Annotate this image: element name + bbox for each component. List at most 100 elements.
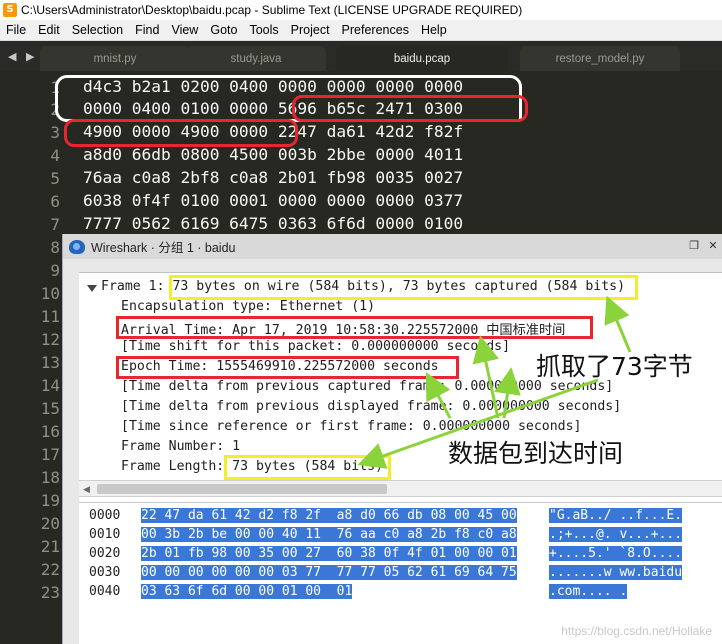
sublime-title-bar: S C:\Users\Administrator\Desktop\baidu.p… xyxy=(0,0,722,20)
byte-offset: 0010 xyxy=(89,527,121,542)
scrollbar-thumb[interactable] xyxy=(97,484,387,494)
ascii-bytes-row[interactable]: .com.... . xyxy=(549,584,628,599)
wireshark-title-bar: Wireshark · 分组 1 · baidu ❐ ✕ xyxy=(63,234,722,259)
menu-view[interactable]: View xyxy=(165,23,204,37)
line-number: 16 xyxy=(40,422,60,441)
menu-preferences[interactable]: Preferences xyxy=(336,23,415,37)
line-number: 18 xyxy=(40,468,60,487)
line-number: 22 xyxy=(40,560,60,579)
menu-selection[interactable]: Selection xyxy=(66,23,129,37)
menu-goto[interactable]: Goto xyxy=(204,23,243,37)
byte-offset: 0020 xyxy=(89,546,121,561)
close-window-icon[interactable]: ✕ xyxy=(706,239,720,253)
byte-offset: 0030 xyxy=(89,565,121,580)
ascii-bytes: +....5.' `8.O.... xyxy=(549,546,683,561)
line-number: 9 xyxy=(50,261,60,280)
window-title: C:\Users\Administrator\Desktop\baidu.pca… xyxy=(21,3,523,17)
line-number: 2 xyxy=(50,100,60,119)
line-number: 10 xyxy=(40,284,60,303)
menu-edit[interactable]: Edit xyxy=(32,23,66,37)
code-line: 6038 0f4f 0100 0001 0000 0000 0000 0377 xyxy=(83,191,464,210)
annotation-packet-arrival-time: 数据包到达时间 xyxy=(448,439,624,468)
ascii-bytes-row[interactable]: .......w ww.baidu xyxy=(549,565,683,580)
ascii-bytes: .com.... . xyxy=(549,584,628,599)
tab-mnist[interactable]: mnist.py xyxy=(40,46,190,71)
tab-restore-model[interactable]: restore_model.py xyxy=(520,46,680,71)
wireshark-fin-icon xyxy=(69,239,85,254)
hex-bytes: 2b 01 fb 98 00 35 00 27 60 38 0f 4f 01 0… xyxy=(141,546,517,561)
tab-bar: ◀ ▶ mnist.py study.java baidu.pcap resto… xyxy=(0,41,722,71)
ascii-bytes-row[interactable]: .;+...@. v...+... xyxy=(549,527,683,542)
packet-bytes-pane[interactable]: 0000 0010 0020 0030 0040 22 47 da 61 42 … xyxy=(79,502,722,644)
menu-tools[interactable]: Tools xyxy=(243,23,284,37)
packet-details-tree[interactable]: Frame 1: 73 bytes on wire (584 bits), 73… xyxy=(79,272,722,504)
hex-bytes: 00 00 00 00 00 00 03 77 77 77 05 62 61 6… xyxy=(141,565,517,580)
tab-label: study.java xyxy=(230,52,282,65)
tab-label: restore_model.py xyxy=(555,52,645,65)
collapse-frame-icon[interactable] xyxy=(87,285,97,292)
line-number: 19 xyxy=(40,491,60,510)
hex-bytes-row[interactable]: 03 63 6f 6d 00 00 01 00 01 xyxy=(141,584,353,599)
code-line: 76aa c0a8 2bf8 c0a8 2b01 fb98 0035 0027 xyxy=(83,168,464,187)
menu-file[interactable]: File xyxy=(0,23,32,37)
line-number: 17 xyxy=(40,445,60,464)
hex-bytes: 00 3b 2b be 00 00 40 11 76 aa c0 a8 2b f… xyxy=(141,527,517,542)
line-number: 12 xyxy=(40,330,60,349)
frame-length-label: Frame Length: xyxy=(121,459,233,474)
tab-label: baidu.pcap xyxy=(393,52,451,65)
line-number: 21 xyxy=(40,537,60,556)
details-horizontal-scrollbar[interactable]: ◀ xyxy=(79,480,722,497)
line-number: 20 xyxy=(40,514,60,533)
hex-bytes: 22 47 da 61 42 d2 f8 2f a8 d0 66 db 08 0… xyxy=(141,508,517,523)
line-number: 4 xyxy=(50,146,60,165)
code-line: 7777 0562 6169 6475 0363 6f6d 0000 0100 xyxy=(83,214,464,233)
line-number: 7 xyxy=(50,215,60,234)
tab-study[interactable]: study.java xyxy=(186,46,326,71)
frame-number-line[interactable]: Frame Number: 1 xyxy=(121,439,240,454)
menu-project[interactable]: Project xyxy=(285,23,336,37)
arrival-time-highlight xyxy=(116,316,593,339)
scroll-left-icon[interactable]: ◀ xyxy=(83,484,90,495)
frame-bytes-highlight xyxy=(169,275,638,300)
menu-find[interactable]: Find xyxy=(129,23,165,37)
ascii-bytes: "G.aB../ ..f...E. xyxy=(549,508,683,523)
time-since-reference-line[interactable]: [Time since reference or first frame: 0.… xyxy=(121,419,582,434)
line-number: 8 xyxy=(50,238,60,257)
line-number: 5 xyxy=(50,169,60,188)
byte-offset: 0000 xyxy=(89,508,121,523)
line-number: 15 xyxy=(40,399,60,418)
line-number: 13 xyxy=(40,353,60,372)
frame-length-highlight xyxy=(224,455,391,480)
time-shift-line[interactable]: [Time shift for this packet: 0.000000000… xyxy=(121,339,510,354)
watermark: https://blog.csdn.net/Hollake xyxy=(561,624,712,638)
restore-window-icon[interactable]: ❐ xyxy=(687,239,701,253)
line-number: 23 xyxy=(40,583,60,602)
hex-bytes-row[interactable]: 00 00 00 00 00 00 03 77 77 77 05 62 61 6… xyxy=(141,565,517,580)
tab-navigation-arrows-icon[interactable]: ◀ ▶ xyxy=(8,50,37,63)
frame-label: Frame 1: xyxy=(101,279,173,294)
menu-bar: File Edit Selection Find View Goto Tools… xyxy=(0,20,722,41)
epoch-time-highlight xyxy=(116,356,459,379)
captured-length-highlight xyxy=(64,119,298,147)
sublime-app-icon: S xyxy=(3,3,17,17)
line-number: 11 xyxy=(40,307,60,326)
ascii-bytes-row[interactable]: "G.aB../ ..f...E. xyxy=(549,508,683,523)
ascii-bytes: .;+...@. v...+... xyxy=(549,527,683,542)
annotation-captured-73-bytes: 抓取了73字节 xyxy=(536,352,693,381)
ascii-bytes: .......w ww.baidu xyxy=(549,565,683,580)
ascii-bytes-row[interactable]: +....5.' `8.O.... xyxy=(549,546,683,561)
packet-timestamp-highlight xyxy=(292,95,528,122)
wireshark-window-title: Wireshark · 分组 1 · baidu xyxy=(91,241,236,255)
encapsulation-line[interactable]: Encapsulation type: Ethernet (1) xyxy=(121,299,375,314)
time-delta-displayed-line[interactable]: [Time delta from previous displayed fram… xyxy=(121,399,621,414)
tab-baidu-pcap[interactable]: baidu.pcap xyxy=(336,46,508,71)
line-number: 14 xyxy=(40,376,60,395)
hex-bytes-row[interactable]: 22 47 da 61 42 d2 f8 2f a8 d0 66 db 08 0… xyxy=(141,508,517,523)
byte-offset: 0040 xyxy=(89,584,121,599)
line-number: 3 xyxy=(50,123,60,142)
menu-help[interactable]: Help xyxy=(415,23,453,37)
hex-bytes-row[interactable]: 2b 01 fb 98 00 35 00 27 60 38 0f 4f 01 0… xyxy=(141,546,517,561)
hex-bytes: 03 63 6f 6d 00 00 01 00 01 xyxy=(141,584,353,599)
tab-label: mnist.py xyxy=(93,52,137,65)
hex-bytes-row[interactable]: 00 3b 2b be 00 00 40 11 76 aa c0 a8 2b f… xyxy=(141,527,517,542)
